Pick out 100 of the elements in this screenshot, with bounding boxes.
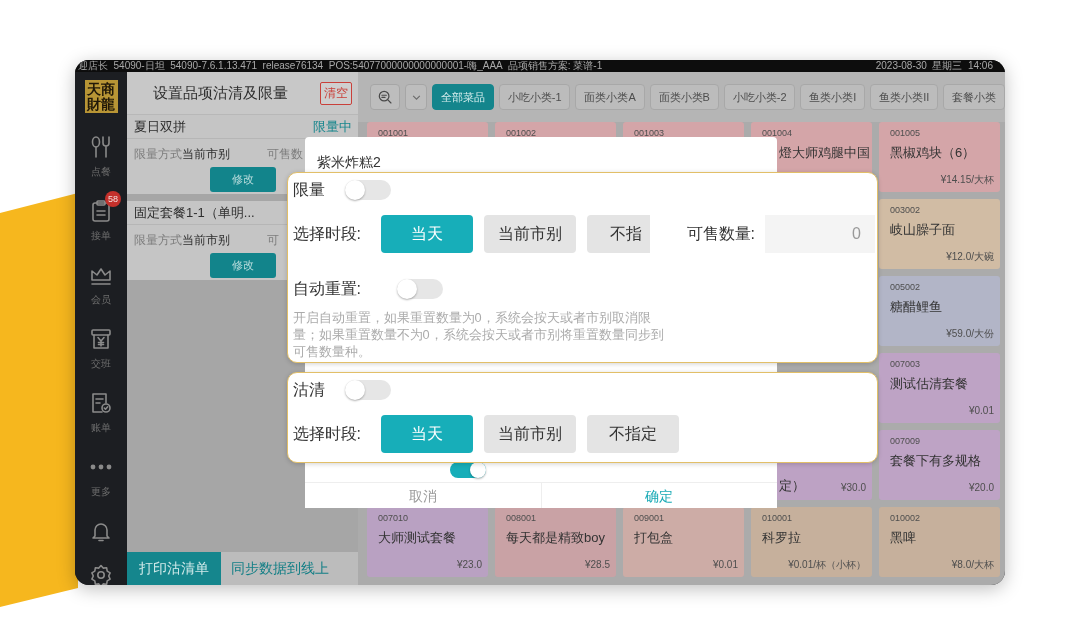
dish-price: ¥23.0	[456, 559, 482, 571]
dish-code: 010002	[890, 513, 921, 523]
dish-code: 010001	[762, 513, 793, 523]
dish-price: ¥0.01/杯（小杯）	[788, 559, 866, 571]
dish-price: ¥0.01	[968, 405, 994, 417]
field-label: 自动重置:	[292, 278, 361, 299]
dish-code: 008001	[506, 513, 537, 523]
dish-code: 001002	[506, 128, 537, 138]
dish-tile[interactable]: 009001 打包盒 ¥0.01	[623, 507, 744, 577]
mode-label: 限量方式	[134, 233, 182, 247]
quantity-label: 可	[267, 232, 279, 249]
dish-price: ¥30.0	[840, 482, 866, 494]
count-badge: 58	[105, 191, 121, 207]
category-tab[interactable]: 面类小类B	[649, 84, 719, 110]
quantity-field[interactable]: 0	[764, 215, 875, 253]
dialog-title: 紫米炸糕2	[316, 153, 382, 172]
toggle-switch[interactable]	[396, 279, 443, 299]
category-tab[interactable]: 套餐小类	[943, 84, 1005, 110]
dish-name: 测试估清套餐	[890, 375, 968, 392]
sync-button[interactable]: 同步数据到线上	[221, 552, 358, 585]
dish-code: 007010	[378, 513, 409, 523]
item-name: 固定套餐1-1（单明...	[134, 203, 255, 222]
edit-button[interactable]: 修改	[209, 253, 276, 278]
period-option[interactable]: 不指	[586, 215, 650, 253]
more-icon	[90, 464, 112, 470]
toggle-switch[interactable]	[344, 180, 391, 200]
receipt-icon	[89, 391, 113, 415]
dish-code: 001005	[890, 128, 921, 138]
dish-tile[interactable]: 005002 糖醋鲤鱼 ¥59.0/大份	[879, 276, 1000, 346]
dish-tile[interactable]: 001005 黑椒鸡块（6） ¥14.15/大杯	[879, 122, 1000, 192]
mode-label: 限量方式	[134, 147, 182, 161]
category-tab[interactable]: 鱼类小类II	[870, 84, 939, 110]
dish-price: ¥59.0/大份	[946, 328, 994, 340]
category-tab[interactable]: 小吃小类-1	[498, 84, 571, 110]
category-tab[interactable]: 小吃小类-2	[723, 84, 796, 110]
dish-tile[interactable]: 007003 测试估清套餐 ¥0.01	[879, 353, 1000, 423]
field-label: 选择时段:	[292, 223, 362, 244]
clear-button[interactable]: 清空	[320, 81, 352, 105]
status-info: 迎店长 54090-日坦 54090-7.6.1.13.471 release76134 POS:54077000000000000001-嗨_AAA 品项销售方案: 菜谱-1	[78, 60, 603, 72]
dish-tile[interactable]: 007010 大师测试套餐 ¥23.0	[367, 507, 488, 577]
dish-tile[interactable]: 010001 科罗拉 ¥0.01/杯（小杯）	[751, 507, 872, 577]
nav-item[interactable]: 点餐	[81, 131, 121, 183]
mode-value: 当前市别	[182, 233, 230, 247]
utensils-icon	[89, 135, 113, 159]
dish-price: ¥20.0	[968, 482, 994, 494]
category-tab[interactable]: 面类小类A	[575, 84, 645, 110]
period-option[interactable]: 当前市别	[483, 415, 576, 453]
dish-price: ¥8.0/大杯	[951, 559, 994, 571]
field-label: 选择时段:	[292, 423, 362, 444]
nav-item[interactable]: 账单	[81, 387, 121, 439]
status-datetime: 2023-08-30 星期三 14:06	[875, 60, 993, 72]
cash-box-icon	[89, 327, 113, 351]
section-label: 限量	[292, 179, 325, 200]
search-button[interactable]	[370, 84, 400, 110]
dish-price: ¥0.01	[712, 559, 738, 571]
dish-code: 005002	[890, 282, 921, 292]
dish-name: 科罗拉	[762, 529, 801, 546]
dish-name: 定）	[779, 477, 805, 494]
dish-code: 003002	[890, 205, 921, 215]
dish-name: 糖醋鲤鱼	[890, 298, 942, 315]
dish-code: 001003	[634, 128, 665, 138]
app-logo: 天商財龍	[84, 80, 118, 113]
period-option[interactable]: 不指定	[586, 415, 679, 453]
quantity-label: 可售数	[267, 146, 303, 163]
item-name: 夏日双拼	[134, 117, 186, 136]
dish-tile[interactable]: 008001 每天都是精致boy ¥28.5	[495, 507, 616, 577]
dish-tile[interactable]: 007009 套餐下有多规格 ¥20.0	[879, 430, 1000, 500]
edit-button[interactable]: 修改	[209, 167, 276, 192]
dish-code: 001004	[762, 128, 793, 138]
toggle-switch[interactable]	[344, 380, 391, 400]
dish-code: 009001	[634, 513, 665, 523]
section-label: 沽清	[292, 379, 325, 400]
field-label: 可售数量:	[686, 223, 755, 244]
mode-value: 当前市别	[182, 147, 230, 161]
dish-name: 打包盒	[634, 529, 673, 546]
hint-text: 开启自动重置，如果重置数量为0，系统会按天或者市别取消限量；如果重置数量不为0，系统会按天或者市别将重置数量同步到可售数量种。	[292, 309, 665, 360]
period-option[interactable]: 当前市别	[483, 215, 576, 253]
dish-name: 燈大师鸡腿中国	[779, 144, 870, 161]
limit-status: 限量中	[313, 117, 352, 136]
dish-tile[interactable]: 003002 岐山臊子面 ¥12.0/大碗	[879, 199, 1000, 269]
category-tab[interactable]: 鱼类小类I	[800, 84, 866, 110]
period-option[interactable]: 当天	[380, 415, 473, 453]
nav-item[interactable]: 交班	[81, 323, 121, 375]
dish-name: 大师测试套餐	[378, 529, 456, 546]
print-button[interactable]: 打印沽清单	[127, 552, 221, 585]
category-tab[interactable]: 全部菜品	[432, 84, 494, 110]
nav-item[interactable]: 更多	[81, 451, 121, 503]
dish-price: ¥28.5	[584, 559, 610, 571]
chevron-down-icon	[411, 94, 421, 100]
confirm-button[interactable]: 确定	[540, 483, 777, 508]
dish-code: 007003	[890, 359, 921, 369]
dish-name: 岐山臊子面	[890, 221, 955, 238]
dish-price: ¥12.0/大碗	[946, 251, 994, 263]
dish-tile[interactable]: 010002 黑啤 ¥8.0/大杯	[879, 507, 1000, 577]
panel-title: 设置品项沽清及限量	[153, 83, 288, 103]
dish-name: 套餐下有多规格	[890, 452, 981, 469]
dish-name: 每天都是精致boy	[506, 529, 605, 546]
dish-price: ¥14.15/大杯	[940, 174, 994, 186]
period-option[interactable]: 当天	[380, 215, 473, 253]
nav-item[interactable]: 会员	[81, 259, 121, 311]
